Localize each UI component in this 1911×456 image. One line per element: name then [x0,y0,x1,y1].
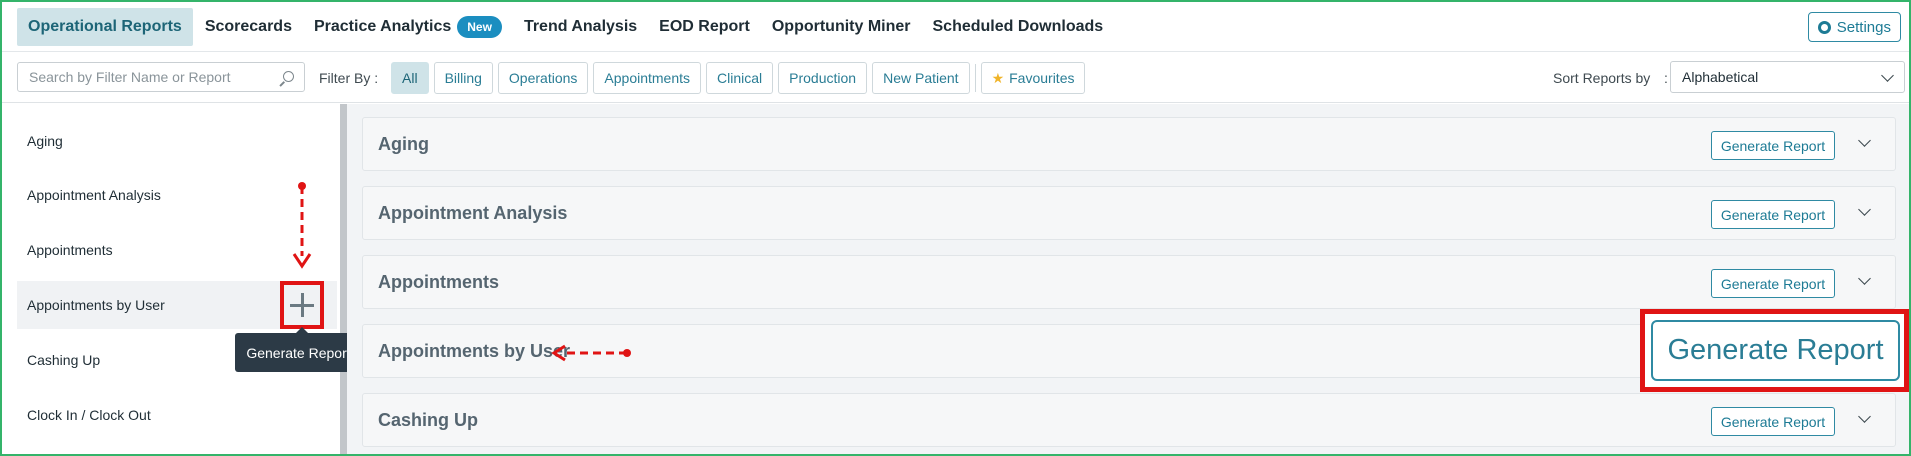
tab-label: EOD Report [659,17,750,35]
sort-value: Alphabetical [1682,69,1759,85]
top-nav: Operational Reports Scorecards Practice … [2,2,1909,52]
sidebar-item-appointment-analysis[interactable]: Appointment Analysis [17,171,337,219]
tab-scheduled-downloads[interactable]: Scheduled Downloads [923,8,1114,46]
generate-report-callout: Generate Report [1640,309,1909,392]
generate-report-button[interactable]: Generate Report [1711,131,1835,160]
sidebar-item-label: Clock In / Clock Out [27,407,151,423]
search-input[interactable]: Search by Filter Name or Report [17,62,305,92]
filter-bar: Search by Filter Name or Report Filter B… [2,53,1909,103]
generate-report-tooltip: Generate Report [235,327,362,372]
report-title: Aging [378,134,429,154]
new-badge: New [457,15,502,38]
settings-label: Settings [1836,18,1891,36]
tab-operational-reports[interactable]: Operational Reports [17,7,193,46]
report-card-aging[interactable]: Aging Generate Report [362,117,1896,171]
add-report-button[interactable] [280,281,324,329]
report-title: Appointments by User [378,341,571,361]
sidebar-scrollbar[interactable] [340,104,347,456]
star-icon: ★ [991,69,1005,86]
tab-practice-analytics[interactable]: Practice Analytics New [304,8,512,46]
sidebar-item-appointments[interactable]: Appointments [17,226,337,274]
generate-report-button[interactable]: Generate Report [1711,407,1835,436]
chip-divider [974,64,976,92]
chip-operations[interactable]: Operations [497,62,589,94]
tab-label: Operational Reports [28,17,182,35]
sidebar-item-label: Appointments by User [27,297,165,313]
sidebar-item-label: Aging [27,133,63,149]
tab-opportunity-miner[interactable]: Opportunity Miner [762,8,921,46]
chip-production[interactable]: Production [778,62,868,94]
sort-select[interactable]: Alphabetical [1670,61,1905,93]
chip-appointments[interactable]: Appointments [593,62,702,94]
report-title: Appointments [378,272,499,292]
settings-button[interactable]: Settings [1807,12,1901,42]
sidebar-item-label: Appointment Analysis [27,187,161,203]
gear-icon [1817,20,1831,34]
tab-trend-analysis[interactable]: Trend Analysis [514,8,647,46]
sort-label: Sort Reports by [1553,70,1651,86]
filter-by-label: Filter By : [319,70,379,86]
report-card-cashing-up[interactable]: Cashing Up Generate Report [362,393,1896,447]
tab-label: Scorecards [204,17,292,35]
sidebar-item-label: Appointments [27,242,113,258]
sidebar-item-aging[interactable]: Aging [17,117,337,165]
favourites-label: Favourites [1009,70,1075,86]
plus-icon-bar [290,303,314,307]
chevron-down-icon [1881,69,1894,82]
chip-favourites[interactable]: ★ Favourites [980,62,1086,94]
tab-label: Opportunity Miner [771,17,911,35]
chevron-down-icon[interactable] [1858,410,1871,423]
generate-report-button-enlarged[interactable]: Generate Report [1651,320,1900,381]
report-title: Appointment Analysis [378,203,568,223]
report-card-appointments[interactable]: Appointments Generate Report [362,255,1896,309]
sort-colon: : [1664,70,1668,86]
search-placeholder: Search by Filter Name or Report [29,69,231,85]
generate-report-button[interactable]: Generate Report [1711,269,1835,298]
sidebar: Aging Appointment Analysis Appointments … [2,104,340,456]
chip-clinical[interactable]: Clinical [706,62,774,94]
search-icon [283,71,294,82]
chip-new-patient[interactable]: New Patient [872,62,970,94]
sidebar-item-label: Cashing Up [27,352,101,368]
report-title: Cashing Up [378,410,479,430]
chip-all[interactable]: All [391,62,429,94]
filter-chips: All Billing Operations Appointments Clin… [391,62,1086,94]
tab-label: Scheduled Downloads [932,17,1104,35]
tab-eod-report[interactable]: EOD Report [649,8,760,46]
report-card-appointment-analysis[interactable]: Appointment Analysis Generate Report [362,186,1896,240]
chip-billing[interactable]: Billing [433,62,493,94]
tab-scorecards[interactable]: Scorecards [195,8,302,46]
sidebar-item-clock-in-out[interactable]: Clock In / Clock Out [17,391,337,439]
generate-report-button[interactable]: Generate Report [1711,200,1835,229]
report-list: Aging Generate Report Appointment Analys… [347,104,1909,456]
tab-label: Trend Analysis [523,17,638,35]
chevron-down-icon[interactable] [1858,203,1871,216]
tab-label: Practice Analytics [313,17,452,35]
chevron-down-icon[interactable] [1858,134,1871,147]
chevron-down-icon[interactable] [1858,272,1871,285]
